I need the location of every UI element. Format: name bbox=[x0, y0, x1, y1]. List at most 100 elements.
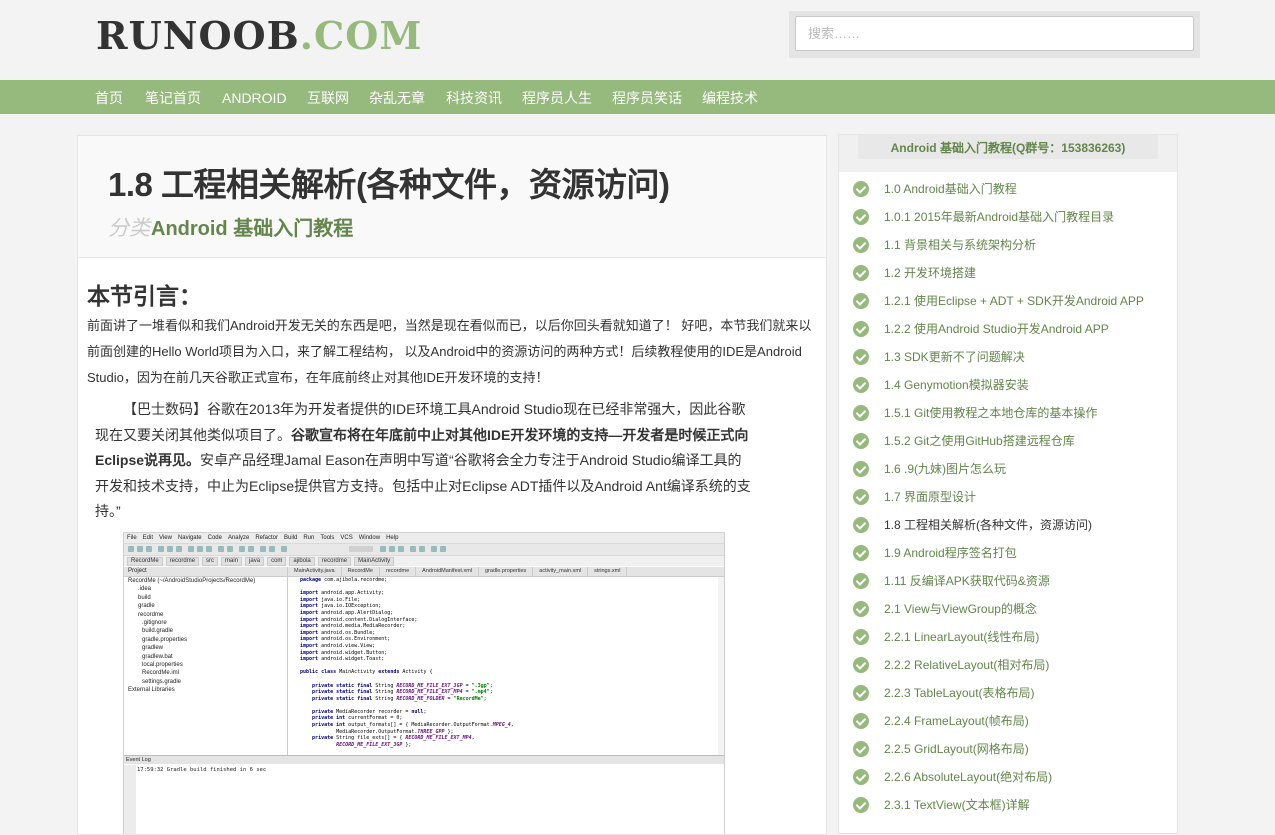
sidebar-item[interactable]: 2.1 View与ViewGroup的概念 bbox=[839, 595, 1177, 623]
ide-tree-item: gradlew.bat bbox=[142, 653, 173, 660]
nav-item-programmer-life[interactable]: 程序员人生 bbox=[522, 80, 592, 114]
ide-menu-item: Run bbox=[303, 535, 315, 541]
sidebar-item[interactable]: 1.5.2 Git之使用GitHub搭建远程仓库 bbox=[839, 427, 1177, 455]
nav-item-notes[interactable]: 笔记首页 bbox=[145, 80, 201, 114]
nav-item-internet[interactable]: 互联网 bbox=[307, 80, 349, 114]
sidebar-item[interactable]: 1.3 SDK更新不了问题解决 bbox=[839, 343, 1177, 371]
nav-item-tech-news[interactable]: 科技资讯 bbox=[446, 80, 502, 114]
sidebar-item[interactable]: 2.3.1 TextView(文本框)详解 bbox=[839, 791, 1177, 819]
sidebar-item-link[interactable]: 1.1 背景相关与系统架构分析 bbox=[884, 231, 1036, 259]
event-log-header: Event Log bbox=[124, 756, 724, 764]
nav-item-android[interactable]: ANDROID bbox=[222, 80, 287, 114]
sidebar-item-link[interactable]: 1.0 Android基础入门教程 bbox=[884, 175, 1017, 203]
check-circle-icon bbox=[853, 489, 869, 505]
intro-paragraph: 前面讲了一堆看似和我们Android开发无关的东西是吧，当然是现在看似而已，以后… bbox=[87, 318, 812, 385]
ide-editor-tab: gradle.properties bbox=[479, 567, 534, 576]
category-link[interactable]: Android 基础入门教程 bbox=[151, 212, 353, 241]
sidebar-item-link[interactable]: 2.3.1 TextView(文本框)详解 bbox=[884, 791, 1030, 819]
sidebar-item[interactable]: 1.1 背景相关与系统架构分析 bbox=[839, 231, 1177, 259]
check-circle-icon bbox=[853, 433, 869, 449]
sidebar-item[interactable]: 2.2.3 TableLayout(表格布局) bbox=[839, 679, 1177, 707]
sidebar-item-link[interactable]: 2.2.1 LinearLayout(线性布局) bbox=[884, 623, 1039, 651]
ide-breadcrumb: RecordMe recordme src main java com ajibola rec… bbox=[124, 556, 724, 566]
sidebar-item[interactable]: 2.2.2 RelativeLayout(相对布局) bbox=[839, 651, 1177, 679]
sidebar-item[interactable]: 1.0 Android基础入门教程 bbox=[839, 175, 1177, 203]
sidebar-item-link[interactable]: 1.2.2 使用Android Studio开发Android APP bbox=[884, 315, 1109, 343]
sidebar-item[interactable]: 1.7 界面原型设计 bbox=[839, 483, 1177, 511]
sidebar-item[interactable]: 1.2.1 使用Eclipse + ADT + SDK开发Android APP bbox=[839, 287, 1177, 315]
sidebar-item-link[interactable]: 1.4 Genymotion模拟器安装 bbox=[884, 371, 1029, 399]
sidebar-item[interactable]: 1.5.1 Git使用教程之本地仓库的基本操作 bbox=[839, 399, 1177, 427]
ide-event-log: Event Log 17:59:32 Gradle build finished… bbox=[124, 755, 724, 834]
check-circle-icon bbox=[853, 601, 869, 617]
ide-menubar: File Edit View Navigate Code Analyze Refactor B… bbox=[124, 533, 724, 544]
ide-editor-tab: strings.xml bbox=[588, 567, 628, 576]
ide-tree-item: build bbox=[138, 594, 151, 601]
site-logo[interactable]: RUNOOB.COM bbox=[96, 14, 422, 58]
sidebar-item[interactable]: 1.2.2 使用Android Studio开发Android APP bbox=[839, 315, 1177, 343]
sidebar-item[interactable]: 1.6 .9(九妹)图片怎么玩 bbox=[839, 455, 1177, 483]
check-circle-icon bbox=[853, 741, 869, 757]
sidebar-item-link[interactable]: 1.0.1 2015年最新Android基础入门教程目录 bbox=[884, 203, 1114, 231]
check-circle-icon bbox=[853, 377, 869, 393]
category-label: 分类 bbox=[108, 217, 150, 240]
logo-text-dark: RUNOOB bbox=[96, 13, 300, 58]
sidebar-item-link[interactable]: 1.6 .9(九妹)图片怎么玩 bbox=[884, 455, 1006, 483]
sidebar-item-link[interactable]: 1.5.2 Git之使用GitHub搭建远程仓库 bbox=[884, 427, 1075, 455]
sidebar-item-link[interactable]: 1.5.1 Git使用教程之本地仓库的基本操作 bbox=[884, 399, 1097, 427]
project-header: Project bbox=[124, 567, 287, 577]
sidebar-item-link[interactable]: 1.3 SDK更新不了问题解决 bbox=[884, 343, 1025, 371]
ide-tree-item: gradlew bbox=[142, 645, 164, 652]
sidebar-item-link[interactable]: 2.2.3 TableLayout(表格布局) bbox=[884, 679, 1035, 707]
check-circle-icon bbox=[853, 629, 869, 645]
nav-item-programming[interactable]: 编程技术 bbox=[702, 80, 758, 114]
search-input[interactable] bbox=[795, 16, 1194, 51]
ide-tree-item: gradle bbox=[138, 603, 155, 610]
check-circle-icon bbox=[853, 209, 869, 225]
sidebar-item-link[interactable]: 1.8 工程相关解析(各种文件，资源访问) bbox=[884, 511, 1092, 539]
check-circle-icon bbox=[853, 797, 869, 813]
sidebar-item-link[interactable]: 1.9 Android程序签名打包 bbox=[884, 539, 1017, 567]
sidebar-item[interactable]: 1.8 工程相关解析(各种文件，资源访问) bbox=[839, 511, 1177, 539]
sidebar-item[interactable]: 1.9 Android程序签名打包 bbox=[839, 539, 1177, 567]
check-circle-icon bbox=[853, 657, 869, 673]
sidebar-item-link[interactable]: 2.2.6 AbsoluteLayout(绝对布局) bbox=[884, 763, 1052, 791]
sidebar-item[interactable]: 1.4 Genymotion模拟器安装 bbox=[839, 371, 1177, 399]
ide-editor-tab: RecordMe bbox=[342, 567, 380, 576]
ide-crumb-item: src bbox=[202, 557, 219, 566]
ide-menu-item: Edit bbox=[142, 535, 154, 541]
ide-tree-item: settings.gradle bbox=[142, 678, 182, 685]
sidebar-item[interactable]: 1.2 开发环境搭建 bbox=[839, 259, 1177, 287]
main-nav: 首页 笔记首页 ANDROID 互联网 杂乱无章 科技资讯 程序员人生 程序员笑… bbox=[0, 80, 1275, 114]
check-circle-icon bbox=[853, 265, 869, 281]
check-circle-icon bbox=[853, 237, 869, 253]
ide-editor-tabs: MainActivity.java RecordMe recordme Android… bbox=[288, 567, 724, 577]
sidebar-item-link[interactable]: 1.2 开发环境搭建 bbox=[884, 259, 976, 287]
ide-editor-tab: MainActivity.java bbox=[288, 567, 342, 576]
ide-tree-item: gradle.properties bbox=[142, 636, 188, 643]
sidebar-item-link[interactable]: 2.2.5 GridLayout(网格布局) bbox=[884, 735, 1029, 763]
sidebar-item-link[interactable]: 2.2.4 FrameLayout(帧布局) bbox=[884, 707, 1029, 735]
ide-menu-item: VCS bbox=[340, 535, 353, 541]
sidebar-item-link[interactable]: 1.7 界面原型设计 bbox=[884, 483, 976, 511]
nav-item-programmer-jokes[interactable]: 程序员笑话 bbox=[612, 80, 682, 114]
sidebar-item[interactable]: 2.2.4 FrameLayout(帧布局) bbox=[839, 707, 1177, 735]
ide-toolbar bbox=[124, 544, 724, 556]
nav-item-home[interactable]: 首页 bbox=[95, 80, 123, 114]
nav-item-misc[interactable]: 杂乱无章 bbox=[369, 80, 425, 114]
sidebar-item[interactable]: 2.2.5 GridLayout(网格布局) bbox=[839, 735, 1177, 763]
sidebar-item-link[interactable]: 2.2.2 RelativeLayout(相对布局) bbox=[884, 651, 1049, 679]
ide-crumb-item: recordme bbox=[165, 557, 200, 566]
ide-menu-item: Analyze bbox=[227, 535, 250, 541]
ide-menu-item: View bbox=[159, 535, 172, 541]
sidebar-item[interactable]: 1.11 反编译APK获取代码&资源 bbox=[839, 567, 1177, 595]
event-log-toolbar bbox=[124, 765, 136, 834]
sidebar-item-link[interactable]: 1.11 反编译APK获取代码&资源 bbox=[884, 567, 1050, 595]
sidebar-item[interactable]: 2.2.1 LinearLayout(线性布局) bbox=[839, 623, 1177, 651]
sidebar-item[interactable]: 1.0.1 2015年最新Android基础入门教程目录 bbox=[839, 203, 1177, 231]
ide-tree-item: .gitignore bbox=[142, 620, 167, 627]
sidebar-item[interactable]: 2.2.6 AbsoluteLayout(绝对布局) bbox=[839, 763, 1177, 791]
quote-paragraph: 【巴士数码】谷歌在2013年为开发者提供的IDE环境工具Android Stud… bbox=[95, 397, 751, 525]
sidebar-item-link[interactable]: 2.1 View与ViewGroup的概念 bbox=[884, 595, 1037, 623]
sidebar-item-link[interactable]: 1.2.1 使用Eclipse + ADT + SDK开发Android APP bbox=[884, 287, 1144, 315]
